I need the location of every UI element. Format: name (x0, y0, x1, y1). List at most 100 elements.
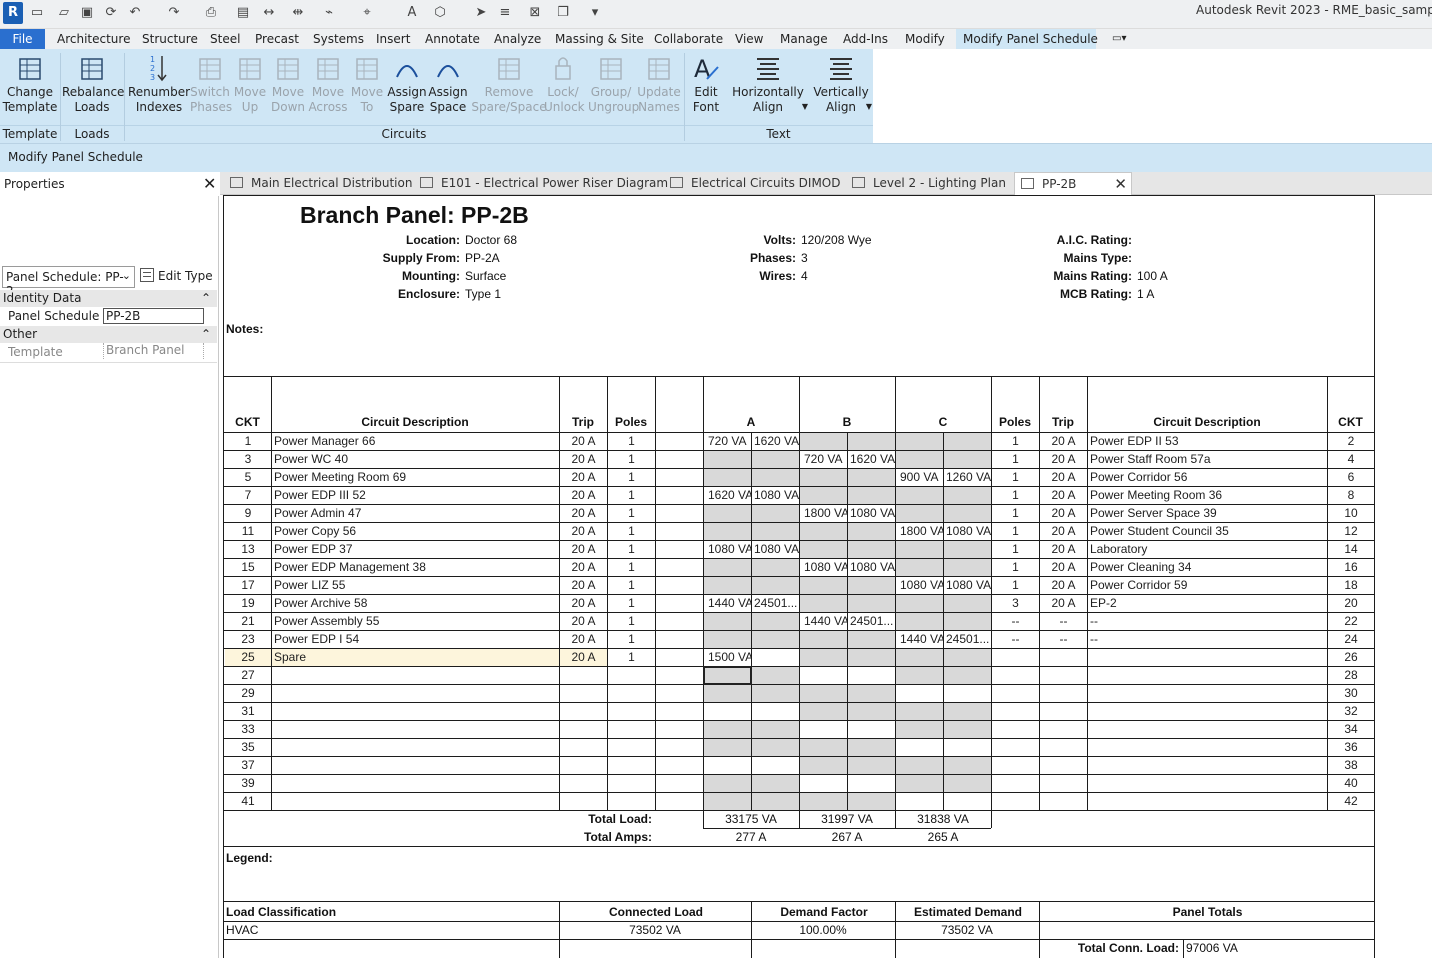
circuit-description[interactable] (272, 756, 559, 774)
circuit-description[interactable]: Power EDP 37 (272, 540, 559, 558)
circuit-description[interactable]: Power Staff Room 57a (1088, 450, 1327, 468)
revit-logo[interactable]: R (3, 2, 23, 24)
close-hidden-icon[interactable]: ⊠ (528, 6, 542, 20)
circuit-description[interactable]: Power Meeting Room 36 (1088, 486, 1327, 504)
circuit-description[interactable]: EP-2 (1088, 594, 1327, 612)
circuit-description[interactable]: Power Archive 58 (272, 594, 559, 612)
circuit-description[interactable] (272, 738, 559, 756)
circuit-description[interactable]: Power EDP II 53 (1088, 432, 1327, 450)
annotation-icon[interactable]: ⌁ (322, 6, 336, 20)
dropdown-arrow-icon[interactable]: ▼ (802, 99, 808, 114)
view-tab-5[interactable]: PP-2B ✕ (1014, 172, 1132, 195)
print-icon[interactable]: ⎙ (204, 6, 218, 20)
circuit-description[interactable] (272, 666, 559, 684)
circuit-description[interactable] (1088, 702, 1327, 720)
circuit-description[interactable] (272, 702, 559, 720)
3d-view-icon[interactable]: ⬡ (433, 6, 447, 20)
close-icon[interactable]: ✕ (203, 174, 216, 193)
menu-tab-systems[interactable]: Systems (313, 29, 364, 49)
edit-type-button[interactable]: Edit Type (140, 267, 216, 287)
save-icon[interactable]: ▣ (80, 6, 94, 20)
menu-tab-add-ins[interactable]: Add-Ins (843, 29, 888, 49)
circuit-description[interactable]: Laboratory (1088, 540, 1327, 558)
circuit-description[interactable]: Power EDP Management 38 (272, 558, 559, 576)
circuit-description[interactable]: Power EDP III 52 (272, 486, 559, 504)
view-tab-4[interactable]: Level 2 - Lighting Plan (848, 172, 1006, 195)
circuit-description[interactable]: Power EDP I 54 (272, 630, 559, 648)
dropdown-arrow-icon[interactable]: ▼ (866, 99, 872, 114)
menu-tab-view[interactable]: View (735, 29, 763, 49)
circuit-description[interactable]: Power Copy 56 (272, 522, 559, 540)
measure-icon[interactable]: ↔ (262, 6, 276, 20)
ribbon-button-rebalance-loads[interactable]: Rebalance Loads (62, 53, 124, 123)
type-selector[interactable]: Panel Schedule: PP-2 ⌄ (2, 266, 135, 298)
tag-icon[interactable]: ⌖ (360, 6, 374, 20)
sync-icon[interactable]: ⟳ (104, 6, 118, 20)
circuit-description[interactable] (1088, 738, 1327, 756)
section-other[interactable]: Other ⌃ (0, 326, 217, 343)
view-options-dropdown[interactable]: ▭▾ (1112, 29, 1142, 49)
ribbon-button-horizontally-align[interactable]: Horizontally Align ▼ (730, 53, 808, 123)
ribbon-button-vertically-align[interactable]: Vertically Align ▼ (812, 53, 872, 123)
menu-tab-steel[interactable]: Steel (210, 29, 240, 49)
close-tab-icon[interactable]: ✕ (1114, 173, 1127, 195)
view-tab-1[interactable]: Main Electrical Distribution (226, 172, 412, 195)
menu-tab-collaborate[interactable]: Collaborate (654, 29, 723, 49)
circuit-description[interactable]: Power Corridor 59 (1088, 576, 1327, 594)
folder-icon[interactable]: ▱ (57, 6, 71, 20)
circuit-description[interactable]: Power Assembly 55 (272, 612, 559, 630)
menu-tab-annotate[interactable]: Annotate (425, 29, 480, 49)
menu-tab-manage[interactable]: Manage (780, 29, 828, 49)
circuit-description[interactable]: Power Server Space 39 (1088, 504, 1327, 522)
circuit-description[interactable] (1088, 792, 1327, 810)
circuit-description[interactable]: Power Corridor 56 (1088, 468, 1327, 486)
circuit-description[interactable]: Power Meeting Room 69 (272, 468, 559, 486)
circuit-description[interactable] (1088, 684, 1327, 702)
section-identity-data[interactable]: Identity Data ⌃ (0, 290, 217, 307)
dimension-icon[interactable]: ⇹ (291, 6, 305, 20)
ribbon-button-renumber-indexes[interactable]: 1 2 3 Renumber Indexes (128, 53, 190, 123)
circuit-description[interactable]: -- (1088, 612, 1327, 630)
dropdown-icon[interactable]: ▾ (588, 6, 602, 20)
circuit-description[interactable]: Power Cleaning 34 (1088, 558, 1327, 576)
collapse-icon[interactable]: ⌃ (201, 326, 211, 343)
circuit-description[interactable]: Power Admin 47 (272, 504, 559, 522)
section-icon[interactable]: ➤ (474, 6, 488, 20)
circuit-description[interactable] (272, 720, 559, 738)
circuit-description[interactable] (1088, 774, 1327, 792)
circuit-description[interactable] (1088, 720, 1327, 738)
menu-tab-modify-panel-schedule[interactable]: Modify Panel Schedule (956, 29, 1098, 49)
collapse-icon[interactable]: ⌃ (201, 290, 211, 307)
ribbon-button-change-template[interactable]: Change Template (2, 53, 58, 123)
panel-schedule-name-input[interactable]: PP-2B (103, 308, 204, 324)
menu-tab-precast[interactable]: Precast (255, 29, 299, 49)
menu-tab-massing-site[interactable]: Massing & Site (555, 29, 644, 49)
circuit-description[interactable]: Power LIZ 55 (272, 576, 559, 594)
circuit-description[interactable]: Power Manager 66 (272, 432, 559, 450)
ribbon-button-assign-space[interactable]: Assign Space (428, 53, 468, 123)
menu-tab-architecture[interactable]: Architecture (57, 29, 130, 49)
pdf-icon[interactable]: ▤ (236, 6, 250, 20)
circuit-description[interactable]: Power WC 40 (272, 450, 559, 468)
thin-lines-icon[interactable]: ≡ (498, 6, 512, 20)
menu-tab-insert[interactable]: Insert (376, 29, 410, 49)
switch-windows-icon[interactable]: ❐ (556, 6, 570, 20)
menu-tab-structure[interactable]: Structure (142, 29, 198, 49)
circuit-description[interactable]: Spare (272, 648, 559, 666)
ribbon-button-edit-font[interactable]: A Edit Font (688, 53, 724, 123)
circuit-description[interactable] (1088, 666, 1327, 684)
circuit-description[interactable] (1088, 756, 1327, 774)
text-icon[interactable]: A (405, 6, 419, 20)
menu-tab-file[interactable]: File (0, 29, 45, 49)
ribbon-button-assign-spare[interactable]: Assign Spare (386, 53, 428, 123)
selected-cell[interactable] (703, 666, 752, 685)
menu-tab-analyze[interactable]: Analyze (494, 29, 541, 49)
circuit-description[interactable]: Power Student Council 35 (1088, 522, 1327, 540)
circuit-description[interactable] (272, 792, 559, 810)
circuit-description[interactable] (272, 774, 559, 792)
view-tab-2[interactable]: E101 - Electrical Power Riser Diagram (416, 172, 668, 195)
menu-tab-modify[interactable]: Modify (905, 29, 945, 49)
circuit-description[interactable] (272, 684, 559, 702)
redo-icon[interactable]: ↷ (167, 6, 181, 20)
open-icon[interactable]: ▭ (30, 6, 44, 20)
